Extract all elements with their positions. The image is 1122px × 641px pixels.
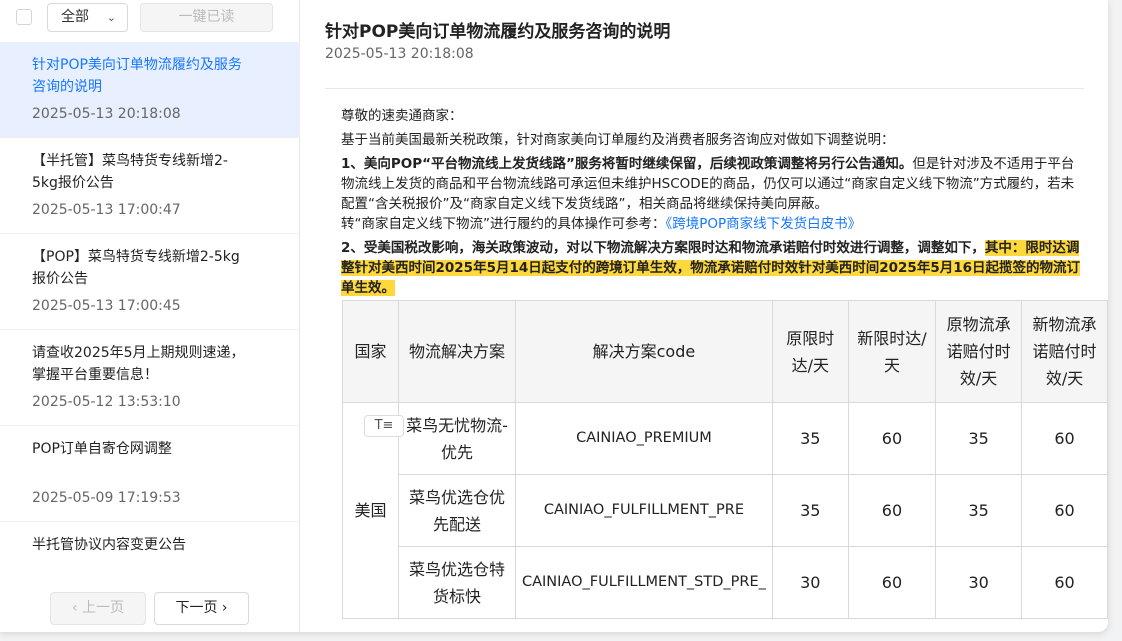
- table-row: 美国 菜鸟无忧物流-优先 CAINIAO_PREMIUM 35 60 35 60: [341, 402, 1108, 619]
- list-item-title: 【半托管】菜鸟特货专线新增2-5kg报价公告: [32, 153, 228, 191]
- header-code: 解决方案code: [514, 300, 773, 403]
- message-detail: 针对POP美向订单物流履约及服务咨询的说明 2025-05-13 20:18:0…: [301, 0, 1108, 632]
- article-title: 针对POP美向订单物流履约及服务咨询的说明: [325, 22, 671, 42]
- code-cell: CAINIAO_FULFILLMENT_STD_PRE_: [514, 546, 773, 619]
- list-item[interactable]: 【半托管】菜鸟特货专线新增2-5kg报价公告 2025-05-13 17:00:…: [0, 138, 300, 234]
- list-item[interactable]: 【POP】菜鸟特货专线新增2-5kg报价公告 2025-05-13 17:00:…: [0, 234, 300, 330]
- chevron-down-icon: ⌄: [106, 11, 116, 24]
- list-item-title: 【POP】菜鸟特货专线新增2-5kg报价公告: [32, 249, 240, 287]
- old-limit-cell: 35: [771, 474, 849, 547]
- prev-page-label: 上一页: [82, 600, 125, 616]
- paragraph-2: 2、受美国税改影响，海关政策波动，对以下物流解决方案限时达和物流承诺赔付时效进行…: [341, 238, 1083, 298]
- filter-select-value: 全部: [61, 9, 89, 25]
- old-commit-cell: 35: [935, 474, 1023, 547]
- list-toolbar: 全部 ⌄ 一键已读: [0, 0, 299, 40]
- list-item[interactable]: POP订单自寄仓网调整 2025-05-09 17:19:53: [0, 426, 300, 522]
- header-country: 国家: [341, 300, 400, 403]
- header-old-limit: 原限时达/天: [771, 300, 849, 403]
- whitepaper-link[interactable]: 《跨境POP商家线下发货白皮书》: [666, 216, 862, 232]
- select-all-checkbox[interactable]: [16, 9, 32, 25]
- list-item-date: 2025-05-13 20:18:08: [32, 106, 181, 122]
- window: 全部 ⌄ 一键已读 针对POP美向订单物流履约及服务咨询的说明 2025-05-…: [0, 0, 1108, 632]
- solution-cell: 菜鸟无忧物流-优先: [398, 402, 516, 475]
- table-header-row: 国家 物流解决方案 解决方案code 原限时达/天 新限时达/天 原物流承诺赔付…: [341, 300, 1108, 403]
- paragraph-1: 1、美向POP“平台物流线上发货线路”服务将暂时继续保留，后续视政策调整将另行公…: [341, 154, 1083, 214]
- list-item-title: 半托管协议内容变更公告: [32, 537, 186, 553]
- table-row: 菜鸟优选仓优先配送 CAINIAO_FULFILLMENT_PRE 35 60 …: [343, 474, 1108, 547]
- header-old-commit: 原物流承诺赔付时效/天: [935, 300, 1023, 403]
- mark-all-read-button[interactable]: 一键已读: [140, 3, 273, 32]
- greeting: 尊敬的速卖通商家：: [341, 108, 463, 124]
- new-limit-cell: 60: [847, 546, 937, 619]
- logistics-table: 国家 物流解决方案 解决方案code 原限时达/天 新限时达/天 原物流承诺赔付…: [341, 300, 1108, 619]
- message-list: 针对POP美向订单物流履约及服务咨询的说明 2025-05-13 20:18:0…: [0, 42, 300, 564]
- intro-paragraph: 基于当前美国最新关税政策，针对商家美向订单履约及消费者服务咨询应对做如下调整说明…: [341, 132, 895, 148]
- solution-cell: 菜鸟优选仓优先配送: [398, 474, 516, 547]
- list-item[interactable]: 请查收2025年5月上期规则速递，掌握平台重要信息！ 2025-05-12 13…: [0, 330, 300, 426]
- filter-select[interactable]: 全部 ⌄: [47, 3, 128, 32]
- new-limit-cell: 60: [847, 402, 937, 475]
- paragraph-1-bold: 1、美向POP“平台物流线上发货线路”服务将暂时继续保留，后续视政策调整将另行公…: [341, 156, 913, 172]
- list-item[interactable]: 针对POP美向订单物流履约及服务咨询的说明 2025-05-13 20:18:0…: [0, 42, 300, 138]
- new-limit-cell: 60: [847, 474, 937, 547]
- paragraph-2-bold: 2、受美国税改影响，海关政策波动，对以下物流解决方案限时达和物流承诺赔付时效进行…: [341, 240, 985, 256]
- list-item-date: 2025-05-12 13:53:10: [32, 394, 181, 410]
- chevron-right-icon: ›: [221, 600, 228, 616]
- list-item-date: 2025-05-13 17:00:47: [32, 202, 181, 218]
- divider: [325, 88, 1084, 89]
- list-item-title: 针对POP美向订单物流履约及服务咨询的说明: [32, 57, 242, 95]
- code-cell: CAINIAO_PREMIUM: [514, 402, 773, 475]
- code-cell: CAINIAO_FULFILLMENT_PRE: [514, 474, 773, 547]
- table-row: 菜鸟优选仓特货标快 CAINIAO_FULFILLMENT_STD_PRE_ 3…: [343, 546, 1108, 619]
- old-commit-cell: 30: [935, 546, 1023, 619]
- old-limit-cell: 35: [771, 402, 849, 475]
- old-commit-cell: 35: [935, 402, 1023, 475]
- list-item-date: 2025-05-09 17:19:53: [32, 490, 181, 506]
- header-new-commit: 新物流承诺赔付时效/天: [1021, 300, 1108, 403]
- list-item-title: 请查收2025年5月上期规则速递，掌握平台重要信息！: [32, 345, 245, 383]
- header-solution: 物流解决方案: [398, 300, 516, 403]
- message-list-panel: 全部 ⌄ 一键已读 针对POP美向订单物流履约及服务咨询的说明 2025-05-…: [0, 0, 300, 632]
- reference-line: 转“商家自定义线下物流”进行履约的具体操作可参考：《跨境POP商家线下发货白皮书…: [341, 214, 1083, 234]
- article-body: 尊敬的速卖通商家： 基于当前美国最新关税政策，针对商家美向订单履约及消费者服务咨…: [341, 106, 1083, 302]
- new-commit-cell: 60: [1021, 402, 1108, 475]
- list-item-title: POP订单自寄仓网调整: [32, 441, 172, 457]
- new-commit-cell: 60: [1021, 474, 1108, 547]
- old-limit-cell: 30: [771, 546, 849, 619]
- list-item[interactable]: 半托管协议内容变更公告: [0, 522, 300, 564]
- new-commit-cell: 60: [1021, 546, 1108, 619]
- prev-page-button[interactable]: ‹ 上一页: [50, 592, 146, 625]
- next-page-label: 下一页: [175, 600, 218, 616]
- next-page-button[interactable]: 下一页 ›: [154, 592, 249, 625]
- article-date: 2025-05-13 20:18:08: [325, 46, 474, 62]
- list-item-date: 2025-05-13 17:00:45: [32, 298, 181, 314]
- header-new-limit: 新限时达/天: [847, 300, 937, 403]
- chevron-left-icon: ‹: [71, 600, 78, 616]
- table-tools-icon[interactable]: T≡: [364, 415, 404, 437]
- reference-prefix: 转“商家自定义线下物流”进行履约的具体操作可参考：: [341, 216, 666, 232]
- solution-cell: 菜鸟优选仓特货标快: [398, 546, 516, 619]
